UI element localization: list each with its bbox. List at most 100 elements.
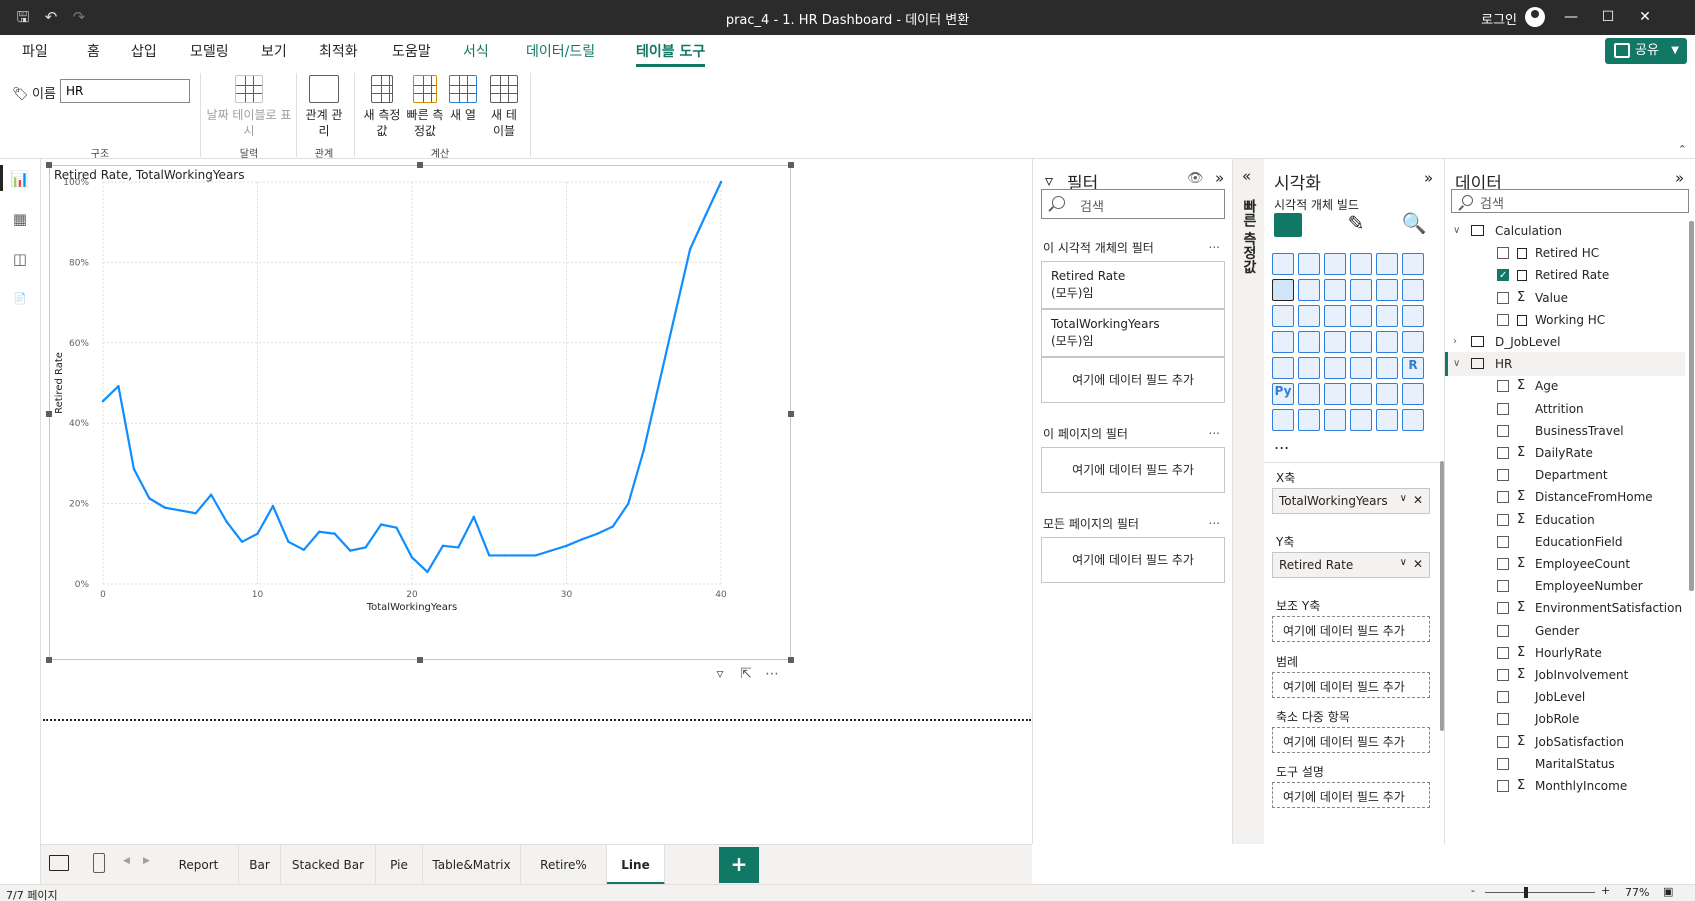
visual-type-icon[interactable] [1350, 409, 1372, 431]
field-item[interactable]: MaritalStatus [1445, 753, 1685, 775]
data-point[interactable] [688, 247, 692, 251]
field-item[interactable]: Σ Age [1445, 375, 1685, 397]
field-well-dropzone[interactable]: 여기에 데이터 필드 추가 [1272, 616, 1430, 642]
more-options-icon[interactable]: ... [1209, 237, 1220, 251]
table-node[interactable]: ∨ HR [1445, 353, 1685, 375]
field-checkbox[interactable] [1497, 713, 1509, 726]
visual-type-icon[interactable] [1402, 331, 1424, 353]
chevron-down-icon[interactable]: ∨ [1453, 220, 1460, 242]
build-visual-tab[interactable] [1274, 211, 1306, 241]
visual-type-icon[interactable] [1298, 253, 1320, 275]
data-point[interactable] [287, 540, 290, 543]
page-tab[interactable]: Report [159, 845, 239, 885]
python-visual-icon[interactable]: Py [1272, 383, 1294, 405]
visual-type-icon[interactable] [1272, 305, 1294, 327]
field-checkbox[interactable] [1497, 691, 1509, 704]
maximize-icon[interactable]: ☐ [1598, 7, 1618, 27]
visual-type-icon[interactable] [1402, 305, 1424, 327]
visual-type-icon[interactable] [1298, 305, 1320, 327]
field-item[interactable]: EmployeeNumber [1445, 575, 1685, 597]
more-options-icon[interactable]: ... [1209, 423, 1220, 437]
add-page-button[interactable]: + [719, 847, 759, 883]
visual-type-icon[interactable] [1376, 279, 1398, 301]
data-point[interactable] [441, 544, 445, 548]
field-checkbox[interactable] [1497, 447, 1509, 459]
login-link[interactable]: 로그인 [1481, 9, 1517, 28]
field-item[interactable]: Σ DailyRate [1445, 442, 1685, 464]
data-point[interactable] [410, 556, 414, 559]
collapse-pane-icon[interactable]: » [1675, 169, 1684, 187]
eye-icon[interactable]: 👁 [1187, 171, 1204, 186]
format-visual-tab[interactable]: ✎ [1340, 211, 1372, 241]
field-checkbox[interactable] [1497, 402, 1509, 415]
visual-type-icon[interactable] [1324, 279, 1346, 301]
resize-handle[interactable] [417, 657, 423, 663]
field-well-dropzone[interactable]: 여기에 데이터 필드 추가 [1272, 782, 1430, 808]
focus-mode-icon[interactable]: ⇱ [736, 664, 756, 684]
report-view-icon[interactable]: 📊 [10, 169, 30, 189]
visual-type-icon[interactable] [1272, 409, 1294, 431]
visual-type-icon[interactable] [1376, 305, 1398, 327]
visual-type-icon[interactable] [1350, 279, 1372, 301]
data-point[interactable] [101, 399, 105, 403]
add-page-filter-dropzone[interactable]: 여기에 데이터 필드 추가 [1041, 447, 1225, 493]
tab-table-tools[interactable]: 테이블 도구 [636, 41, 706, 67]
desktop-layout-icon[interactable] [49, 855, 69, 871]
model-view-icon[interactable]: ◫ [10, 249, 30, 269]
field-checkbox[interactable] [1497, 624, 1509, 637]
field-checkbox[interactable] [1497, 558, 1509, 570]
field-item[interactable]: JobRole [1445, 708, 1685, 730]
data-point[interactable] [596, 532, 599, 535]
close-icon[interactable]: ✕ [1635, 7, 1655, 27]
field-item[interactable]: Σ EnvironmentSatisfaction [1445, 597, 1685, 619]
visual-type-icon[interactable] [1376, 383, 1398, 405]
more-options-icon[interactable]: ... [1209, 513, 1220, 527]
field-checkbox[interactable] [1497, 646, 1509, 659]
field-item[interactable]: Working HC [1445, 309, 1685, 331]
field-well-dropzone[interactable]: 여기에 데이터 필드 추가 [1272, 672, 1430, 698]
visual-type-icon[interactable] [1324, 331, 1346, 353]
field-item[interactable]: Σ Value [1445, 287, 1685, 309]
field-item[interactable]: Σ JobInvolvement [1445, 664, 1685, 686]
add-visual-filter-dropzone[interactable]: 여기에 데이터 필드 추가 [1041, 357, 1225, 403]
filters-search-input[interactable]: 검색 [1041, 189, 1225, 219]
more-options-icon[interactable]: ⋯ [762, 664, 782, 684]
visual-type-icon[interactable] [1324, 383, 1346, 405]
field-checkbox[interactable] [1497, 291, 1509, 304]
data-point[interactable] [673, 314, 676, 318]
manage-relationships-button[interactable]: 관계 관리 [302, 75, 346, 139]
visual-type-icon[interactable] [1402, 279, 1424, 301]
visual-type-icon[interactable] [1376, 409, 1398, 431]
tab-home[interactable]: 홈 [87, 41, 100, 61]
data-point[interactable] [132, 467, 136, 471]
visual-type-icon[interactable] [1350, 383, 1372, 405]
visual-type-icon[interactable] [1272, 357, 1294, 379]
resize-handle[interactable] [46, 162, 52, 168]
data-point[interactable] [642, 448, 645, 452]
visual-type-icon[interactable] [1376, 331, 1398, 353]
field-checkbox[interactable] [1497, 535, 1509, 548]
new-column-button[interactable]: 새 열 [448, 75, 478, 123]
fit-to-page-icon[interactable]: ▣ [1663, 885, 1673, 898]
data-point[interactable] [472, 515, 475, 519]
data-point[interactable] [457, 546, 460, 549]
zoom-out-icon[interactable]: - [1471, 884, 1475, 897]
chevron-down-icon[interactable]: ∨ [1453, 353, 1460, 375]
tab-data-drill[interactable]: 데이터/드릴 [526, 41, 595, 61]
field-checkbox[interactable] [1497, 735, 1509, 748]
resize-handle[interactable] [417, 162, 423, 168]
visual-type-icon[interactable] [1324, 409, 1346, 431]
filter-icon[interactable]: ▿ [710, 664, 730, 684]
visual-type-icon[interactable] [1298, 383, 1320, 405]
field-item[interactable]: Department [1445, 464, 1685, 486]
zoom-slider-track[interactable] [1485, 892, 1595, 893]
data-point[interactable] [426, 570, 429, 574]
visual-type-icon[interactable] [1298, 331, 1320, 353]
field-checkbox[interactable] [1497, 265, 1509, 287]
data-point[interactable] [318, 530, 321, 533]
visual-type-icon[interactable] [1402, 253, 1424, 275]
page-tab[interactable]: Bar [239, 845, 281, 885]
field-well-dropzone[interactable]: 여기에 데이터 필드 추가 [1272, 727, 1430, 753]
visual-type-icon[interactable] [1350, 357, 1372, 379]
line-chart-visual[interactable]: Retired Rate, TotalWorkingYears 0% 20% 40%… [46, 162, 794, 663]
